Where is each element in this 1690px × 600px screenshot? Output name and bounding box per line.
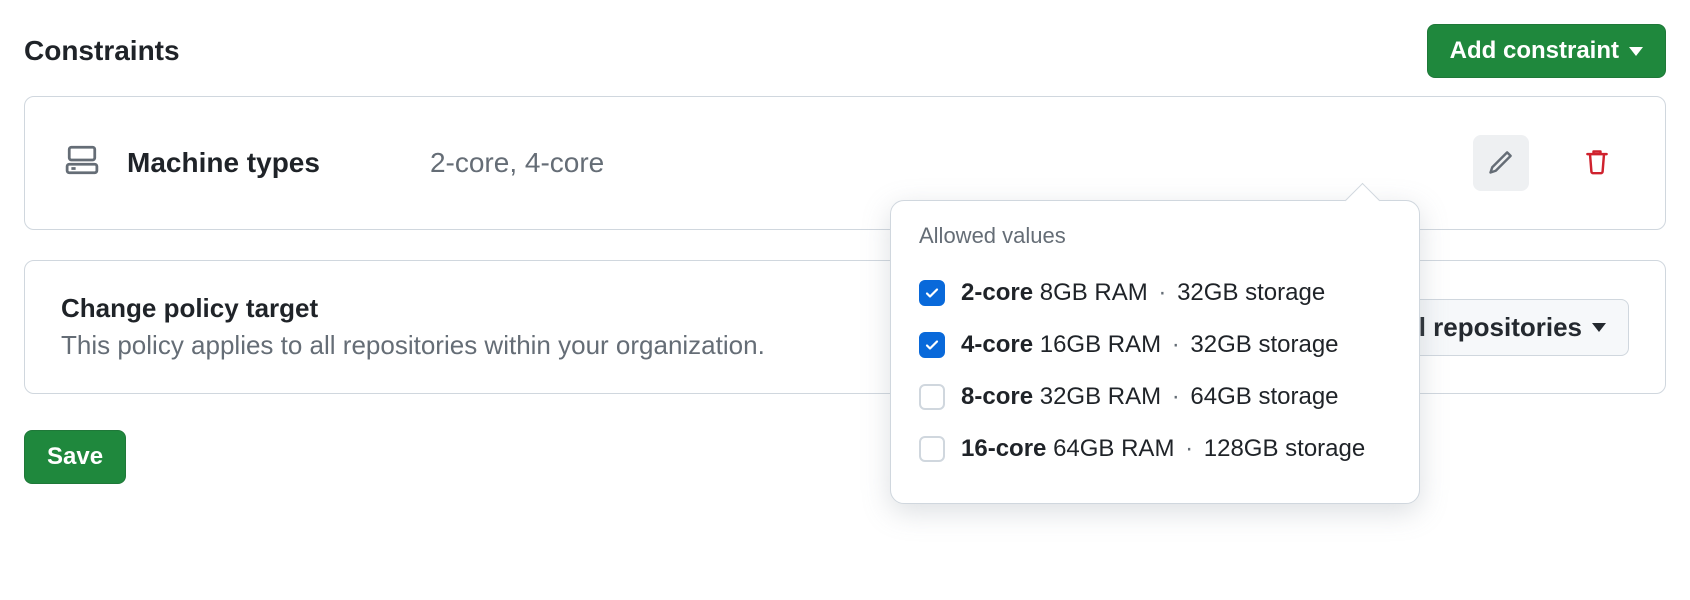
machine-type-option[interactable]: 16-core 64GB RAM · 128GB storage xyxy=(919,423,1391,475)
add-constraint-label: Add constraint xyxy=(1450,37,1619,65)
checkbox[interactable] xyxy=(919,332,945,358)
constraint-summary: 2-core, 4-core xyxy=(430,147,1473,179)
caret-down-icon xyxy=(1629,47,1643,56)
add-constraint-button[interactable]: Add constraint xyxy=(1427,24,1666,78)
constraint-row: Machine types 2-core, 4-core xyxy=(24,96,1666,230)
policy-target-selector-label: All repositories xyxy=(1393,312,1582,343)
popover-title: Allowed values xyxy=(919,223,1391,249)
machine-type-option[interactable]: 2-core 8GB RAM · 32GB storage xyxy=(919,267,1391,319)
pencil-icon xyxy=(1487,148,1515,179)
caret-down-icon xyxy=(1592,323,1606,332)
save-button[interactable]: Save xyxy=(24,430,126,484)
constraints-heading: Constraints xyxy=(24,35,180,67)
policy-target-title: Change policy target xyxy=(61,293,765,324)
option-label: 8-core 32GB RAM · 64GB storage xyxy=(961,383,1339,411)
constraint-name: Machine types xyxy=(127,147,320,179)
delete-button[interactable] xyxy=(1569,135,1625,191)
edit-button[interactable] xyxy=(1473,135,1529,191)
option-label: 4-core 16GB RAM · 32GB storage xyxy=(961,331,1339,359)
trash-icon xyxy=(1583,148,1611,179)
policy-target-description: This policy applies to all repositories … xyxy=(61,330,765,361)
checkbox[interactable] xyxy=(919,384,945,410)
checkbox[interactable] xyxy=(919,280,945,306)
option-label: 2-core 8GB RAM · 32GB storage xyxy=(961,279,1325,307)
allowed-values-popover: Allowed values 2-core 8GB RAM · 32GB sto… xyxy=(890,200,1420,504)
server-icon xyxy=(65,143,99,184)
machine-type-option[interactable]: 8-core 32GB RAM · 64GB storage xyxy=(919,371,1391,423)
save-button-label: Save xyxy=(47,443,103,471)
option-label: 16-core 64GB RAM · 128GB storage xyxy=(961,435,1365,463)
checkbox[interactable] xyxy=(919,436,945,462)
machine-type-option[interactable]: 4-core 16GB RAM · 32GB storage xyxy=(919,319,1391,371)
